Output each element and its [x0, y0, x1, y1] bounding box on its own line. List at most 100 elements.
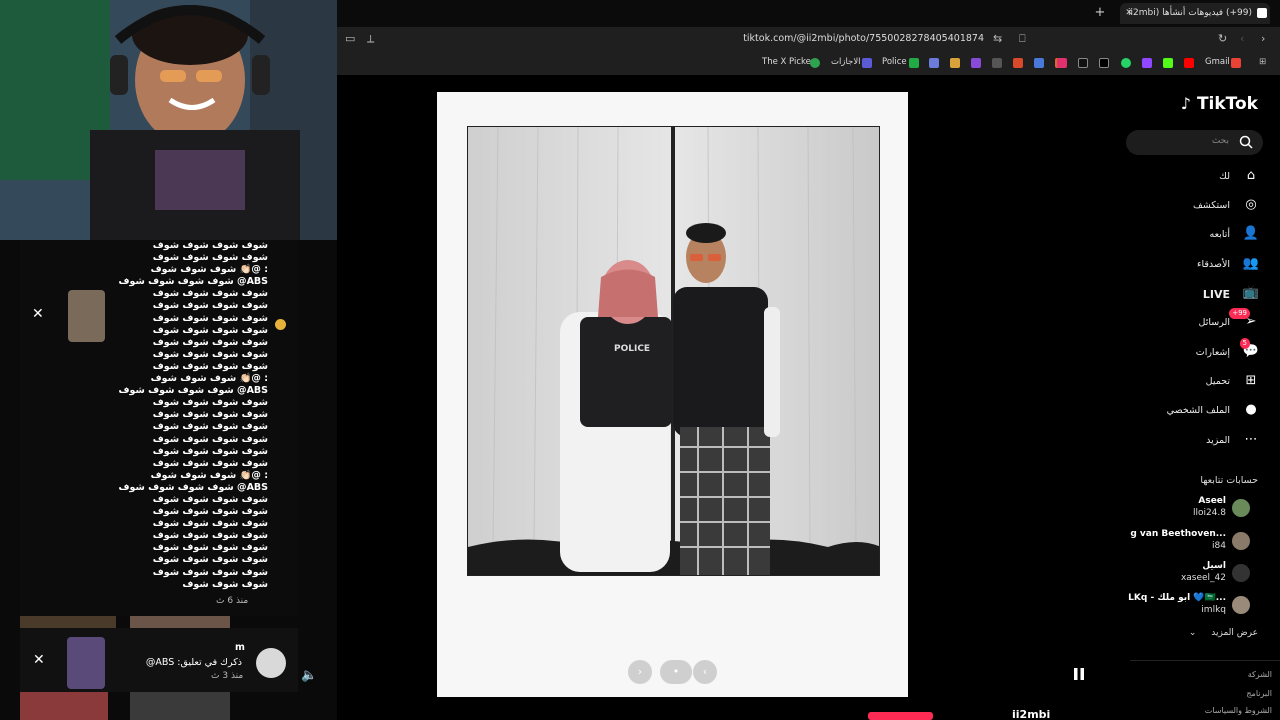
sidebar-item-label: الملف الشخصي — [1166, 405, 1230, 416]
close-icon[interactable]: ✕ — [33, 652, 45, 668]
sidebar-item-3[interactable]: أتابعه 👤 — [1120, 226, 1260, 248]
instagram-icon[interactable] — [1057, 58, 1067, 68]
sidebar-item-8[interactable]: تحميل ⊞ — [1120, 373, 1260, 395]
sidebar-item-label: LIVE — [1202, 288, 1230, 301]
sidebar-item-label: تحميل — [1205, 376, 1230, 387]
coin-icon — [275, 319, 286, 330]
bookmark-x-picker[interactable]: The X Picker — [762, 57, 814, 67]
mention-time: منذ 3 ث — [211, 671, 244, 681]
youtube-icon[interactable] — [1184, 58, 1194, 68]
account-name: LKq - ابو ملك 💙🇸🇦... — [1128, 593, 1226, 603]
logo-text: TikTok — [1196, 94, 1258, 114]
friends-icon: 👥 — [1242, 256, 1260, 271]
bookmark-icon[interactable]: ⎕ — [1019, 32, 1026, 46]
bookmark-police[interactable]: Police — [882, 57, 907, 67]
sidebar-item-9[interactable]: الملف الشخصي ● — [1120, 402, 1260, 424]
tiktok-logo[interactable]: ♪ TikTok — [1181, 94, 1258, 114]
photo-image: POLICE — [468, 127, 879, 575]
sidebar-item-label: أتابعه — [1209, 229, 1231, 240]
sidebar-item-label: استكشف — [1192, 200, 1230, 211]
compass-icon: ◎ — [1245, 197, 1257, 212]
prev-photo-button[interactable]: › — [628, 660, 652, 684]
x-icon[interactable] — [1099, 58, 1109, 68]
volume-icon[interactable]: 🔈 — [301, 668, 317, 683]
following-account[interactable]: g van Beethoven... i84 — [1122, 529, 1262, 557]
following-account[interactable]: LKq - ابو ملك 💙🇸🇦... imlkq — [1122, 593, 1262, 621]
bookmark-holidays[interactable]: الاجازات — [831, 57, 861, 67]
following-account[interactable]: اسيل xaseel_42 — [1122, 561, 1262, 589]
settings-icon[interactable]: ⇆ — [993, 32, 1002, 45]
account-name: g van Beethoven... — [1130, 529, 1226, 539]
extension-icon[interactable] — [929, 58, 939, 68]
extension-icon[interactable] — [1013, 58, 1023, 68]
bottom-username[interactable]: ii2mbi — [1012, 708, 1050, 720]
close-icon[interactable]: ✕ — [32, 306, 44, 322]
footer-company[interactable]: الشركة — [1248, 670, 1272, 679]
following-account[interactable]: Aseel lloi24.8 — [1122, 496, 1262, 524]
sidebar-item-label: إشعارات — [1195, 347, 1230, 358]
all-bookmarks-icon[interactable]: ⊞ — [1259, 57, 1266, 67]
active-tab[interactable]: ✕ (99+) فيديوهات أنشأها (ii2mbi — [1120, 3, 1270, 24]
webcam-feed — [0, 0, 337, 240]
next-photo-button[interactable]: ‹ — [693, 660, 717, 684]
list-icon — [862, 58, 872, 68]
extension-icon[interactable] — [971, 58, 981, 68]
live-icon: 📺 — [1242, 285, 1260, 300]
bookmark-gmail[interactable]: Gmail — [1205, 57, 1230, 67]
notification-badge: 5 — [1239, 338, 1250, 349]
back-icon[interactable]: › — [1261, 32, 1265, 45]
thumbnail-strip-2 — [130, 616, 230, 628]
new-tab-button[interactable]: + — [1092, 5, 1108, 20]
sidebar-item-2[interactable]: استكشف ◎ — [1120, 197, 1260, 219]
twitch-icon[interactable] — [1142, 58, 1152, 68]
account-handle: imlkq — [1201, 605, 1226, 615]
whatsapp-icon[interactable] — [1121, 58, 1131, 68]
account-name: اسيل — [1202, 561, 1226, 571]
notification-badge: +99 — [1229, 308, 1250, 319]
close-tab-icon[interactable]: ✕ — [1123, 3, 1135, 24]
sidebar-item-label: الرسائل — [1198, 317, 1230, 328]
footer-program[interactable]: البرنامج — [1246, 689, 1272, 698]
kick-icon[interactable] — [1163, 58, 1173, 68]
tiktok-favicon-icon — [1257, 8, 1267, 18]
translate-icon[interactable]: ⟂ — [367, 32, 374, 46]
follow-button[interactable] — [868, 712, 933, 720]
sidebar-item-4[interactable]: الأصدقاء 👥 — [1120, 256, 1260, 278]
sidebar-item-5[interactable]: LIVE 📺 — [1120, 285, 1260, 307]
tab-title: (99+) فيديوهات أنشأها (ii2mbi — [1128, 8, 1252, 18]
avatar — [1232, 532, 1250, 550]
profile-icon: ● — [1245, 402, 1257, 417]
vest-text: POLICE — [614, 344, 650, 354]
url-text[interactable]: tiktok.com/@ii2mbi/photo/755002827840540… — [743, 33, 984, 44]
search-input[interactable]: بحث — [1126, 130, 1263, 155]
search-icon[interactable] — [1239, 135, 1253, 149]
tiktok-note-icon: ♪ — [1180, 94, 1192, 113]
sidebar-item-6[interactable]: الرسائل ➢ +99 — [1120, 308, 1260, 336]
sidebar-item-7[interactable]: إشعارات 💬 5 — [1120, 338, 1260, 366]
see-more-button[interactable]: عرض المزيد ⌄ — [1189, 628, 1258, 638]
screen-icon[interactable]: ▭ — [345, 32, 355, 45]
extension-icon[interactable] — [950, 58, 960, 68]
footer-terms[interactable]: الشروط والسياسات — [1205, 706, 1272, 715]
avatar — [256, 648, 286, 678]
avatar — [68, 290, 105, 342]
sidebar-item-10[interactable]: المزيد ⋯ — [1120, 432, 1260, 454]
sidebar-item-1[interactable]: لك ⌂ — [1120, 168, 1260, 190]
following-title: حسابات تتابعها — [1200, 475, 1258, 486]
address-bar: ▭ ⟂ tiktok.com/@ii2mbi/photo/75500282784… — [337, 27, 1280, 53]
screen: ✕ شوف شوف شوف شوف شوف شوف شوف شوف : @👏🏻 … — [0, 0, 1280, 720]
extension-icon[interactable] — [992, 58, 1002, 68]
divider — [1130, 660, 1280, 661]
comment-text: شوف شوف شوف شوف شوف شوف شوف شوف : @👏🏻 شو… — [118, 240, 268, 590]
tiktok-icon[interactable] — [1078, 58, 1088, 68]
thumbnail-strip — [20, 616, 116, 628]
reload-icon[interactable]: ↻ — [1218, 32, 1227, 45]
extension-icon[interactable] — [1034, 58, 1044, 68]
pause-icon[interactable] — [1072, 667, 1086, 681]
home-icon: ⌂ — [1246, 168, 1256, 183]
mention-notification: ✕ m ذكرك في تعليق: ABS@ منذ 3 ث — [20, 628, 298, 692]
sidebar-item-label: المزيد — [1206, 435, 1230, 446]
x-picker-icon — [810, 58, 820, 68]
gmail-icon — [1231, 58, 1241, 68]
video-thumbnail — [67, 637, 105, 689]
